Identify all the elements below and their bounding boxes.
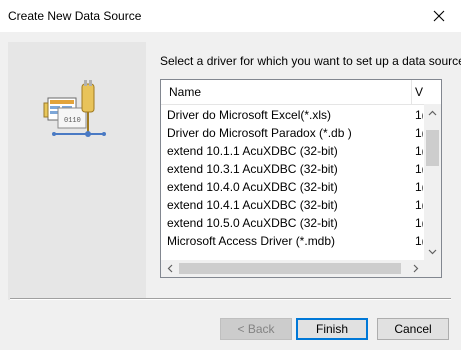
scrollbar-corner [424, 260, 441, 277]
driver-version: 1( [415, 216, 423, 230]
column-header-version[interactable]: V [415, 85, 423, 99]
horizontal-scrollbar[interactable] [161, 260, 424, 277]
scroll-down-button[interactable] [424, 243, 441, 260]
driver-list[interactable]: Name V Driver do Microsoft Excel(*.xls) … [160, 79, 442, 278]
list-item[interactable]: Driver do Microsoft Paradox (*.db ) 1( [161, 124, 425, 142]
driver-name: extend 10.4.0 AcuXDBC (32-bit) [167, 180, 338, 194]
driver-version: 1( [415, 180, 423, 194]
driver-version: 1( [415, 108, 423, 122]
instruction-text: Select a driver for which you want to se… [160, 54, 461, 68]
list-item[interactable]: extend 10.4.1 AcuXDBC (32-bit) 1( [161, 196, 425, 214]
chevron-left-icon [167, 264, 172, 273]
driver-version: 1( [415, 162, 423, 176]
scroll-up-button[interactable] [424, 104, 441, 121]
scroll-thumb-horizontal[interactable] [179, 263, 401, 274]
list-header: Name V [161, 80, 441, 105]
scroll-left-button[interactable] [161, 260, 178, 277]
driver-name: Microsoft Access Driver (*.mdb) [167, 234, 336, 248]
close-button[interactable] [425, 2, 453, 30]
close-icon [433, 10, 445, 22]
vertical-scrollbar[interactable] [424, 104, 441, 260]
odbc-data-source-icon: 0110 [43, 80, 106, 137]
driver-name: Driver do Microsoft Paradox (*.db ) [167, 126, 352, 140]
driver-rows: Driver do Microsoft Excel(*.xls) 1( Driv… [161, 106, 425, 260]
cancel-button[interactable]: Cancel [377, 318, 449, 340]
driver-version: 1( [415, 198, 423, 212]
column-header-name[interactable]: Name [169, 85, 201, 99]
svg-text:0110: 0110 [64, 117, 81, 125]
driver-version: 1( [415, 234, 423, 248]
list-item[interactable]: extend 10.4.0 AcuXDBC (32-bit) 1( [161, 178, 425, 196]
divider [10, 298, 451, 300]
title-bar: Create New Data Source [0, 0, 461, 32]
driver-name: extend 10.4.1 AcuXDBC (32-bit) [167, 198, 338, 212]
list-item[interactable]: Driver do Microsoft Excel(*.xls) 1( [161, 106, 425, 124]
scroll-right-button[interactable] [407, 260, 424, 277]
list-item[interactable]: extend 10.1.1 AcuXDBC (32-bit) 1( [161, 142, 425, 160]
driver-name: extend 10.5.0 AcuXDBC (32-bit) [167, 216, 338, 230]
list-item[interactable]: Microsoft Access Driver (*.mdb) 1( [161, 232, 425, 250]
column-separator[interactable] [411, 80, 412, 104]
scroll-thumb-vertical[interactable] [426, 130, 439, 166]
wizard-side-panel: 0110 [8, 42, 146, 300]
driver-version: 1( [415, 126, 423, 140]
dialog-body: 0110 Select a driver for which you want … [0, 32, 461, 350]
chevron-down-icon [428, 249, 437, 254]
driver-name: extend 10.1.1 AcuXDBC (32-bit) [167, 144, 338, 158]
driver-name: Driver do Microsoft Excel(*.xls) [167, 108, 332, 122]
chevron-right-icon [413, 264, 418, 273]
list-item[interactable]: extend 10.3.1 AcuXDBC (32-bit) 1( [161, 160, 425, 178]
chevron-up-icon [428, 110, 437, 115]
window-title: Create New Data Source [8, 9, 142, 23]
finish-button[interactable]: Finish [296, 318, 368, 340]
back-button[interactable]: < Back [220, 318, 292, 340]
list-item[interactable]: extend 10.5.0 AcuXDBC (32-bit) 1( [161, 214, 425, 232]
driver-version: 1( [415, 144, 423, 158]
driver-name: extend 10.3.1 AcuXDBC (32-bit) [167, 162, 338, 176]
